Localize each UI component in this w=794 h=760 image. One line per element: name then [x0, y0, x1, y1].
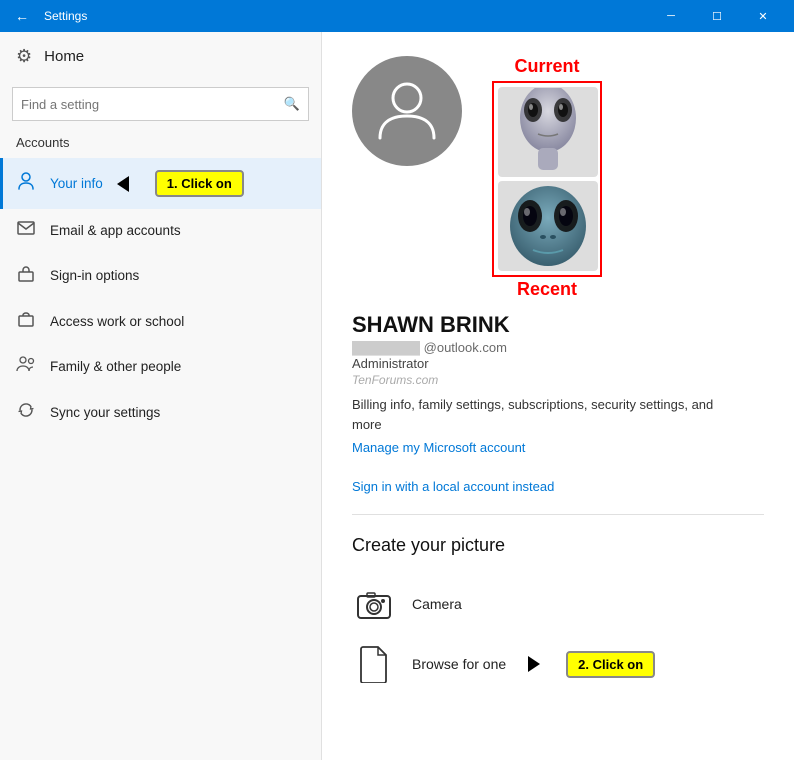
sidebar-item-work[interactable]: Access work or school — [0, 299, 321, 344]
current-label: Current — [492, 56, 602, 77]
camera-label: Camera — [412, 596, 462, 612]
current-picture[interactable] — [498, 87, 598, 177]
sidebar-item-home[interactable]: ⚙ Home — [0, 32, 321, 81]
signin-local-link[interactable]: Sign in with a local account instead — [352, 479, 764, 494]
arrow-right-icon — [528, 656, 540, 672]
create-picture-title: Create your picture — [352, 535, 764, 556]
your-info-icon — [16, 172, 36, 195]
profile-avatar — [352, 56, 462, 166]
search-box: 🔍 — [12, 87, 309, 121]
work-label: Access work or school — [50, 314, 184, 329]
watermark: TenForums.com — [352, 373, 764, 387]
back-button[interactable]: ← — [8, 2, 36, 30]
window-title: Settings — [36, 9, 648, 23]
maximize-button[interactable]: ☐ — [694, 0, 740, 32]
back-icon: ← — [15, 8, 29, 24]
email-icon — [16, 221, 36, 240]
home-label: Home — [44, 48, 84, 65]
app-body: ⚙ Home 🔍 Accounts Your info 1. Click on — [0, 32, 794, 760]
browse-option[interactable]: Browse for one 2. Click on — [352, 634, 764, 694]
recent-picture[interactable] — [498, 181, 598, 271]
user-email: ████████ @outlook.com — [352, 340, 764, 355]
profile-area: Current — [352, 56, 764, 300]
your-info-label: Your info — [50, 176, 103, 191]
section-divider — [352, 514, 764, 515]
home-icon: ⚙ — [16, 46, 32, 67]
email-label: Email & app accounts — [50, 223, 181, 238]
main-content: Current — [322, 32, 794, 760]
signin-label: Sign-in options — [50, 268, 139, 283]
work-icon — [16, 311, 36, 332]
close-button[interactable]: ✕ — [740, 0, 786, 32]
sidebar-item-email[interactable]: Email & app accounts — [0, 209, 321, 252]
search-input[interactable] — [21, 97, 284, 112]
signin-icon — [16, 264, 36, 287]
sidebar-item-sync[interactable]: Sync your settings — [0, 389, 321, 436]
title-bar: ← Settings ─ ☐ ✕ — [0, 0, 794, 32]
user-name: SHAWN BRINK — [352, 312, 764, 338]
sidebar: ⚙ Home 🔍 Accounts Your info 1. Click on — [0, 32, 322, 760]
sync-label: Sync your settings — [50, 405, 160, 420]
search-icon: 🔍 — [284, 96, 300, 112]
family-label: Family & other people — [50, 359, 181, 374]
sidebar-item-your-info[interactable]: Your info 1. Click on — [0, 158, 321, 209]
camera-option[interactable]: Camera — [352, 574, 764, 634]
accounts-section-title: Accounts — [0, 131, 321, 158]
sync-icon — [16, 401, 36, 424]
user-role: Administrator — [352, 356, 764, 371]
sidebar-item-family[interactable]: Family & other people — [0, 344, 321, 389]
recent-label: Recent — [492, 279, 602, 300]
minimize-button[interactable]: ─ — [648, 0, 694, 32]
arrow-left-icon — [117, 176, 129, 192]
user-info: SHAWN BRINK ████████ @outlook.com Admini… — [352, 312, 764, 494]
manage-account-link[interactable]: Manage my Microsoft account — [352, 440, 764, 455]
profile-pictures-area: Current — [492, 56, 602, 300]
click-badge-1: 1. Click on — [155, 170, 244, 197]
family-icon — [16, 356, 36, 377]
click-badge-2: 2. Click on — [566, 651, 655, 678]
browse-label: Browse for one — [412, 656, 506, 672]
browse-icon — [352, 642, 396, 686]
pictures-box — [492, 81, 602, 277]
camera-icon — [352, 582, 396, 626]
user-description: Billing info, family settings, subscript… — [352, 395, 732, 434]
window-controls: ─ ☐ ✕ — [648, 0, 786, 32]
sidebar-item-signin[interactable]: Sign-in options — [0, 252, 321, 299]
